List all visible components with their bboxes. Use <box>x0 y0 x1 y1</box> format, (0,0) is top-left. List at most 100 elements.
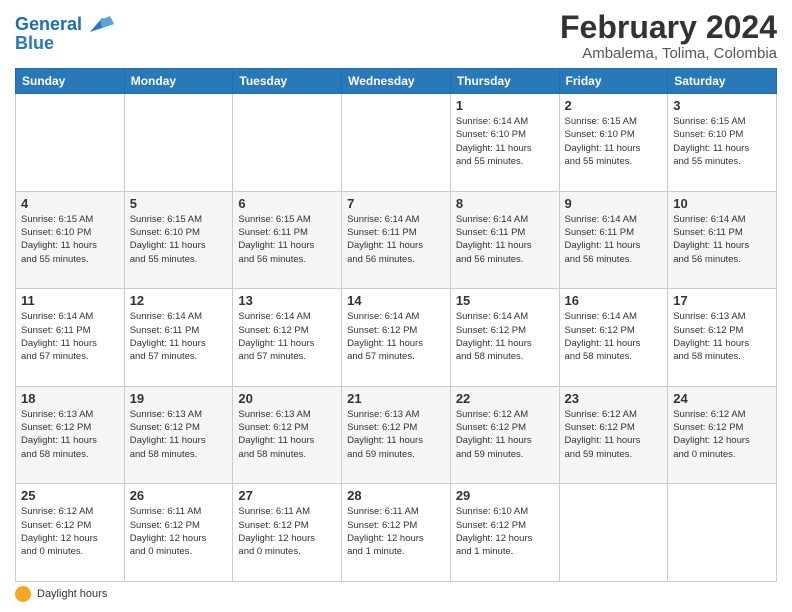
day-info: Sunrise: 6:15 AM Sunset: 6:10 PM Dayligh… <box>21 213 119 266</box>
calendar-week-row: 25 Sunrise: 6:12 AM Sunset: 6:12 PM Dayli… <box>16 484 777 582</box>
day-info: Sunrise: 6:14 AM Sunset: 6:12 PM Dayligh… <box>347 310 445 363</box>
day-info: Sunrise: 6:15 AM Sunset: 6:10 PM Dayligh… <box>673 115 771 168</box>
day-info: Sunrise: 6:11 AM Sunset: 6:12 PM Dayligh… <box>130 505 228 558</box>
calendar-day-cell <box>233 94 342 192</box>
day-info: Sunrise: 6:13 AM Sunset: 6:12 PM Dayligh… <box>130 408 228 461</box>
day-info: Sunrise: 6:14 AM Sunset: 6:11 PM Dayligh… <box>456 213 554 266</box>
day-number: 14 <box>347 293 445 308</box>
calendar-day-cell: 17 Sunrise: 6:13 AM Sunset: 6:12 PM Dayli… <box>668 289 777 387</box>
day-info: Sunrise: 6:15 AM Sunset: 6:10 PM Dayligh… <box>130 213 228 266</box>
title-section: February 2024 Ambalema, Tolima, Colombia <box>560 10 777 62</box>
calendar-footer: Daylight hours <box>15 586 777 602</box>
weekday-header-row: SundayMondayTuesdayWednesdayThursdayFrid… <box>16 69 777 94</box>
day-number: 16 <box>565 293 663 308</box>
day-number: 27 <box>238 488 336 503</box>
calendar-day-cell: 4 Sunrise: 6:15 AM Sunset: 6:10 PM Daylig… <box>16 191 125 289</box>
calendar-day-cell: 21 Sunrise: 6:13 AM Sunset: 6:12 PM Dayli… <box>342 386 451 484</box>
day-info: Sunrise: 6:14 AM Sunset: 6:11 PM Dayligh… <box>347 213 445 266</box>
calendar-week-row: 4 Sunrise: 6:15 AM Sunset: 6:10 PM Daylig… <box>16 191 777 289</box>
day-number: 9 <box>565 196 663 211</box>
day-info: Sunrise: 6:14 AM Sunset: 6:10 PM Dayligh… <box>456 115 554 168</box>
day-info: Sunrise: 6:14 AM Sunset: 6:11 PM Dayligh… <box>130 310 228 363</box>
calendar-day-cell: 12 Sunrise: 6:14 AM Sunset: 6:11 PM Dayli… <box>124 289 233 387</box>
day-number: 25 <box>21 488 119 503</box>
calendar-day-cell: 6 Sunrise: 6:15 AM Sunset: 6:11 PM Daylig… <box>233 191 342 289</box>
calendar-day-cell: 24Sunrise: 6:12 AM Sunset: 6:12 PM Dayli… <box>668 386 777 484</box>
day-info: Sunrise: 6:15 AM Sunset: 6:11 PM Dayligh… <box>238 213 336 266</box>
calendar-day-cell: 23 Sunrise: 6:12 AM Sunset: 6:12 PM Dayli… <box>559 386 668 484</box>
month-title: February 2024 <box>560 10 777 45</box>
day-info: Sunrise: 6:13 AM Sunset: 6:12 PM Dayligh… <box>347 408 445 461</box>
day-number: 13 <box>238 293 336 308</box>
weekday-header: Wednesday <box>342 69 451 94</box>
calendar-day-cell: 2Sunrise: 6:15 AM Sunset: 6:10 PM Daylig… <box>559 94 668 192</box>
day-info: Sunrise: 6:14 AM Sunset: 6:12 PM Dayligh… <box>456 310 554 363</box>
logo-text-line1: General <box>15 15 82 35</box>
day-number: 29 <box>456 488 554 503</box>
day-info: Sunrise: 6:11 AM Sunset: 6:12 PM Dayligh… <box>347 505 445 558</box>
calendar-day-cell: 25 Sunrise: 6:12 AM Sunset: 6:12 PM Dayli… <box>16 484 125 582</box>
day-number: 10 <box>673 196 771 211</box>
calendar-day-cell: 26 Sunrise: 6:11 AM Sunset: 6:12 PM Dayli… <box>124 484 233 582</box>
weekday-header: Monday <box>124 69 233 94</box>
day-number: 5 <box>130 196 228 211</box>
calendar-day-cell: 19 Sunrise: 6:13 AM Sunset: 6:12 PM Dayli… <box>124 386 233 484</box>
day-info: Sunrise: 6:12 AM Sunset: 6:12 PM Dayligh… <box>21 505 119 558</box>
daylight-label: Daylight hours <box>37 588 107 600</box>
calendar-week-row: 11 Sunrise: 6:14 AM Sunset: 6:11 PM Dayli… <box>16 289 777 387</box>
day-number: 21 <box>347 391 445 406</box>
day-number: 4 <box>21 196 119 211</box>
day-number: 19 <box>130 391 228 406</box>
weekday-header: Saturday <box>668 69 777 94</box>
calendar-day-cell: 3 Sunrise: 6:15 AM Sunset: 6:10 PM Daylig… <box>668 94 777 192</box>
day-number: 17 <box>673 293 771 308</box>
calendar-day-cell: 7 Sunrise: 6:14 AM Sunset: 6:11 PM Daylig… <box>342 191 451 289</box>
day-number: 7 <box>347 196 445 211</box>
calendar-day-cell: 5 Sunrise: 6:15 AM Sunset: 6:10 PM Daylig… <box>124 191 233 289</box>
calendar-day-cell: 10 Sunrise: 6:14 AM Sunset: 6:11 PM Dayli… <box>668 191 777 289</box>
day-number: 11 <box>21 293 119 308</box>
calendar-day-cell <box>342 94 451 192</box>
calendar-day-cell <box>668 484 777 582</box>
day-number: 28 <box>347 488 445 503</box>
day-number: 3 <box>673 98 771 113</box>
logo: General Blue <box>15 14 114 54</box>
calendar-day-cell: 15 Sunrise: 6:14 AM Sunset: 6:12 PM Dayli… <box>450 289 559 387</box>
logo-text-line2: Blue <box>15 34 114 54</box>
calendar-day-cell <box>124 94 233 192</box>
day-number: 24 <box>673 391 771 406</box>
day-number: 26 <box>130 488 228 503</box>
calendar-week-row: 18Sunrise: 6:13 AM Sunset: 6:12 PM Dayli… <box>16 386 777 484</box>
location-subtitle: Ambalema, Tolima, Colombia <box>560 45 777 62</box>
day-info: Sunrise: 6:11 AM Sunset: 6:12 PM Dayligh… <box>238 505 336 558</box>
day-number: 12 <box>130 293 228 308</box>
calendar-day-cell: 27 Sunrise: 6:11 AM Sunset: 6:12 PM Dayli… <box>233 484 342 582</box>
calendar-day-cell: 28 Sunrise: 6:11 AM Sunset: 6:12 PM Dayli… <box>342 484 451 582</box>
day-info: Sunrise: 6:12 AM Sunset: 6:12 PM Dayligh… <box>456 408 554 461</box>
calendar-day-cell: 9 Sunrise: 6:14 AM Sunset: 6:11 PM Daylig… <box>559 191 668 289</box>
calendar-day-cell: 11 Sunrise: 6:14 AM Sunset: 6:11 PM Dayli… <box>16 289 125 387</box>
day-info: Sunrise: 6:12 AM Sunset: 6:12 PM Dayligh… <box>565 408 663 461</box>
page-header: General Blue February 2024 Ambalema, Tol… <box>15 10 777 62</box>
day-info: Sunrise: 6:10 AM Sunset: 6:12 PM Dayligh… <box>456 505 554 558</box>
day-info: Sunrise: 6:13 AM Sunset: 6:12 PM Dayligh… <box>238 408 336 461</box>
calendar-day-cell <box>16 94 125 192</box>
weekday-header: Tuesday <box>233 69 342 94</box>
logo-bird-icon <box>82 14 114 36</box>
calendar-day-cell: 1Sunrise: 6:14 AM Sunset: 6:10 PM Daylig… <box>450 94 559 192</box>
day-number: 6 <box>238 196 336 211</box>
calendar-day-cell: 18Sunrise: 6:13 AM Sunset: 6:12 PM Dayli… <box>16 386 125 484</box>
day-number: 15 <box>456 293 554 308</box>
day-info: Sunrise: 6:13 AM Sunset: 6:12 PM Dayligh… <box>673 310 771 363</box>
calendar-day-cell <box>559 484 668 582</box>
day-info: Sunrise: 6:14 AM Sunset: 6:12 PM Dayligh… <box>565 310 663 363</box>
day-info: Sunrise: 6:14 AM Sunset: 6:11 PM Dayligh… <box>673 213 771 266</box>
calendar-day-cell: 16 Sunrise: 6:14 AM Sunset: 6:12 PM Dayli… <box>559 289 668 387</box>
day-number: 22 <box>456 391 554 406</box>
day-info: Sunrise: 6:14 AM Sunset: 6:11 PM Dayligh… <box>565 213 663 266</box>
weekday-header: Friday <box>559 69 668 94</box>
day-number: 20 <box>238 391 336 406</box>
calendar-day-cell: 13Sunrise: 6:14 AM Sunset: 6:12 PM Dayli… <box>233 289 342 387</box>
day-number: 23 <box>565 391 663 406</box>
day-info: Sunrise: 6:14 AM Sunset: 6:11 PM Dayligh… <box>21 310 119 363</box>
